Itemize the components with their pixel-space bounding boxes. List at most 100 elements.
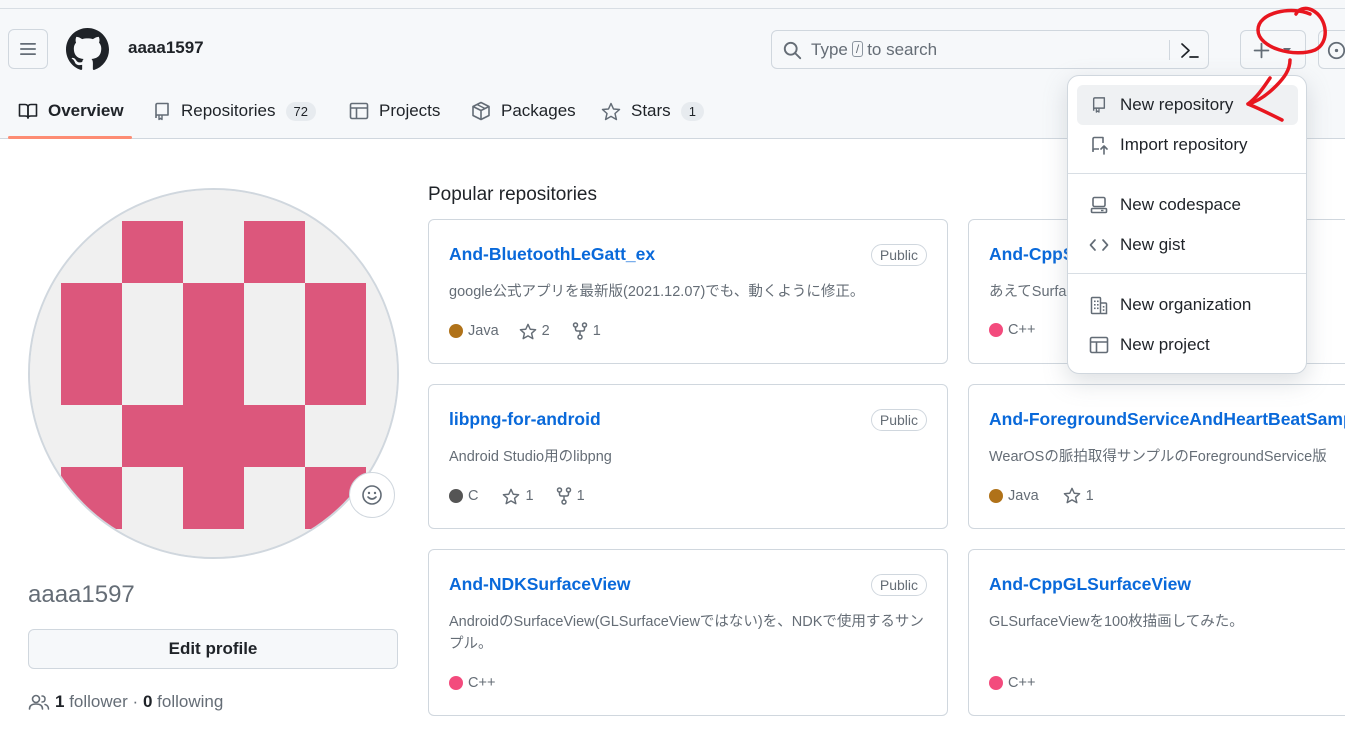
menu-item-label: New repository (1120, 95, 1234, 114)
issue-opened-icon (1327, 41, 1345, 60)
create-new-button[interactable] (1240, 30, 1306, 69)
repo-name-link[interactable]: And-BluetoothLeGatt_ex (449, 244, 655, 265)
table-icon (349, 102, 369, 120)
repo-card: And-BluetoothLeGatt_ex Public google公式アプ… (428, 219, 948, 364)
people-icon (28, 694, 50, 710)
stars-count-badge: 1 (680, 101, 704, 121)
menu-item-label: New codespace (1120, 195, 1241, 214)
issues-button[interactable] (1318, 30, 1345, 69)
menu-button[interactable] (8, 29, 48, 69)
language-color-dot (449, 489, 463, 503)
search-input[interactable]: Type / to search (771, 30, 1209, 69)
repo-name-link[interactable]: And-CppGLSurfaceView (989, 574, 1191, 595)
repo-language: C++ (468, 675, 496, 691)
organization-icon (1090, 296, 1108, 314)
hamburger-icon (20, 43, 36, 55)
followers-link[interactable]: 1 follower (55, 692, 128, 712)
repo-language: Java (468, 323, 499, 339)
followers-line: 1 follower · 0 following (28, 692, 223, 712)
visibility-badge: Public (870, 574, 927, 596)
menu-item-label: New organization (1120, 295, 1252, 314)
language-color-dot (989, 488, 1003, 503)
repo-description: Android Studio用のlibpng (449, 449, 612, 465)
repo-description: AndroidのSurfaceView(GLSurfaceViewではない)を、… (449, 614, 924, 652)
active-tab-indicator (8, 136, 132, 139)
code-icon (1089, 239, 1109, 251)
forks-link[interactable]: 1 (556, 487, 585, 505)
stars-link[interactable]: 1 (502, 488, 534, 505)
language-color-dot (449, 324, 463, 338)
menu-item-new-repository[interactable]: New repository (1077, 85, 1298, 125)
repo-meta: C++ (989, 322, 1035, 338)
repo-language: Java (1008, 487, 1039, 504)
repo-push-icon (1092, 136, 1108, 155)
menu-item-new-organization[interactable]: New organization (1077, 285, 1298, 325)
star-icon (503, 488, 520, 504)
tab-overview-label: Overview (48, 101, 124, 120)
menu-item-new-codespace[interactable]: New codespace (1077, 185, 1298, 225)
search-icon (783, 41, 802, 60)
stars-count: 1 (525, 488, 534, 504)
repo-icon (155, 102, 169, 120)
forks-link[interactable]: 1 (572, 322, 601, 340)
stars-link[interactable]: 2 (519, 323, 550, 340)
repo-name-link[interactable]: And-ForegroundServiceAndHeartBeatSample (989, 409, 1345, 430)
popular-repositories-heading: Popular repositories (428, 184, 597, 205)
command-palette-icon[interactable] (1179, 41, 1201, 60)
forks-count: 1 (576, 488, 585, 504)
avatar[interactable] (28, 188, 399, 559)
edit-profile-button[interactable]: Edit profile (28, 629, 398, 669)
menu-item-label: Import repository (1120, 135, 1248, 154)
codespaces-icon (1090, 196, 1108, 214)
triangle-down-icon (1283, 48, 1291, 53)
tab-projects-label: Projects (379, 101, 441, 120)
repo-name-link[interactable]: libpng-for-android (449, 409, 601, 430)
repo-description: GLSurfaceViewを100枚描画してみた。 (989, 614, 1244, 630)
repo-language: C (468, 488, 479, 504)
tab-repositories-label: Repositories (181, 101, 276, 120)
repo-meta: Java 2 1 (449, 322, 601, 340)
repositories-count-badge: 72 (285, 101, 316, 121)
menu-item-new-gist[interactable]: New gist (1077, 225, 1298, 265)
stars-count: 2 (541, 323, 550, 339)
tab-repositories[interactable]: Repositories 72 (153, 96, 316, 126)
followers-count: 1 (55, 692, 65, 711)
context-username[interactable]: aaaa1597 (128, 38, 204, 58)
tab-packages-label: Packages (501, 101, 576, 120)
following-link[interactable]: 0 following (143, 692, 223, 712)
language-color-dot (449, 676, 463, 690)
following-label: following (157, 692, 224, 711)
repo-forked-icon (572, 322, 587, 340)
star-icon (519, 323, 536, 339)
search-divider (1169, 40, 1170, 60)
repo-name-link[interactable]: And-NDKSurfaceView (449, 574, 631, 595)
tab-stars[interactable]: Stars 1 (601, 96, 704, 126)
search-shortcut-key: / (851, 41, 864, 57)
follow-separator: · (132, 692, 139, 711)
github-logo-icon[interactable] (66, 28, 109, 71)
following-count: 0 (142, 692, 153, 711)
language-color-dot (989, 323, 1003, 337)
tab-packages[interactable]: Packages (471, 96, 576, 126)
menu-item-label: New gist (1120, 235, 1186, 254)
repo-meta: C++ (989, 675, 1035, 691)
stars-link[interactable]: 1 (1063, 487, 1094, 504)
repo-description: WearOSの脈拍取得サンプルのForegroundService版 (989, 449, 1327, 465)
repo-card: And-ForegroundServiceAndHeartBeatSample … (968, 384, 1345, 529)
repo-name-link[interactable]: And-CppS (989, 244, 1075, 265)
repo-meta: Java 1 (989, 487, 1094, 504)
search-placeholder-suffix: to search (867, 40, 938, 59)
profile-login: aaaa1597 (28, 581, 135, 608)
set-status-button[interactable] (349, 472, 395, 518)
repo-description: google公式アプリを最新版(2021.12.07)でも、動くように修正。 (449, 284, 865, 300)
tab-overview[interactable]: Overview (18, 96, 124, 126)
package-icon (472, 101, 490, 121)
repo-language: C++ (1008, 675, 1036, 691)
table-icon (1089, 336, 1109, 354)
menu-item-import-repository[interactable]: Import repository (1077, 125, 1298, 165)
search-placeholder-prefix: Type (811, 40, 848, 59)
create-new-menu: New repository Import repository New cod… (1067, 75, 1307, 374)
tab-projects[interactable]: Projects (349, 96, 440, 126)
repo-icon (1092, 97, 1106, 113)
menu-item-new-project[interactable]: New project (1077, 325, 1298, 365)
